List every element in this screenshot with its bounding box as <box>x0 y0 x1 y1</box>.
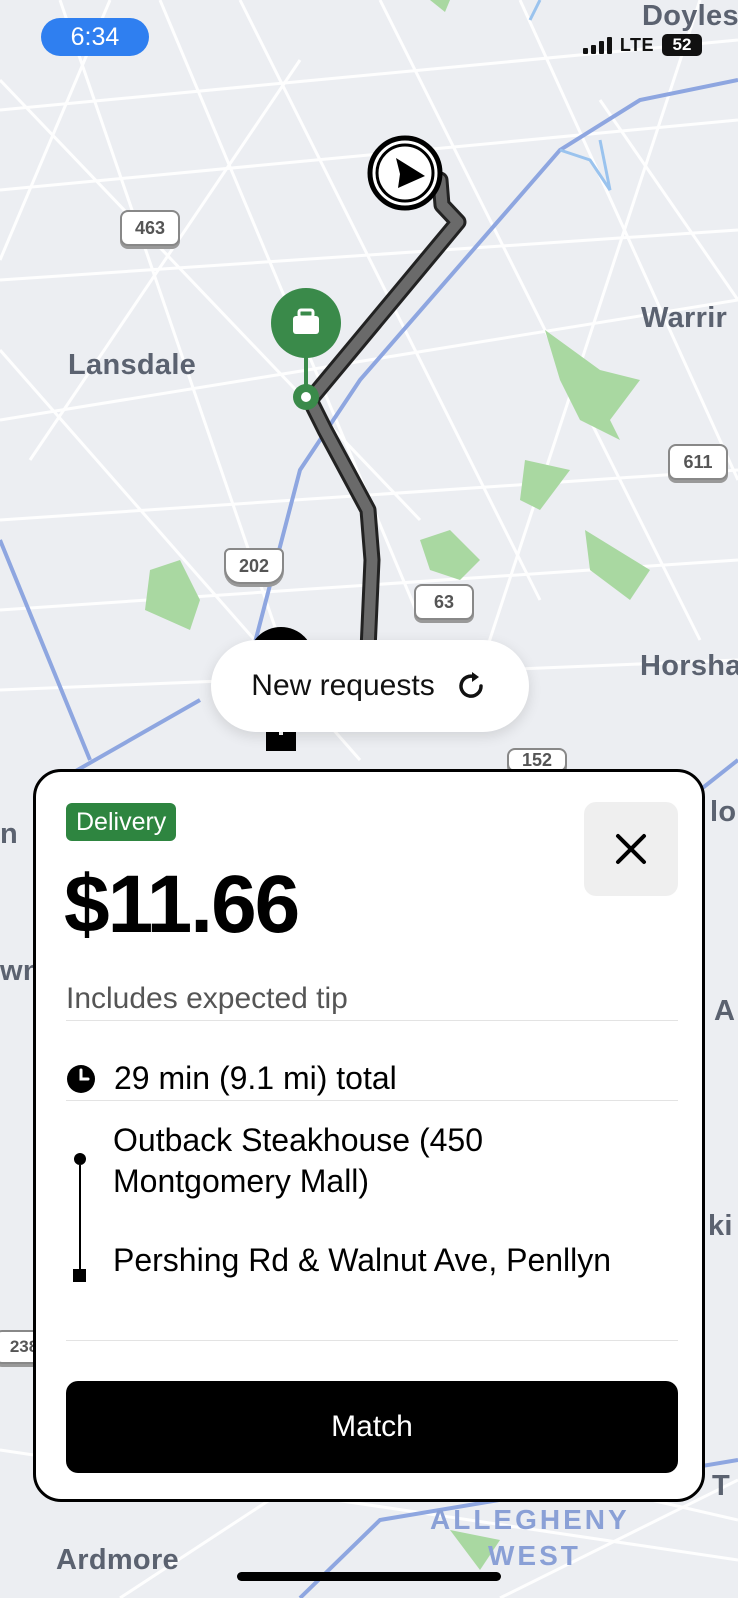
match-button[interactable]: Match <box>66 1381 678 1473</box>
route-shield-463: 463 <box>120 210 180 246</box>
current-location-icon <box>367 135 443 211</box>
trip-total: 29 min (9.1 mi) total <box>114 1060 397 1096</box>
home-indicator[interactable] <box>237 1572 501 1581</box>
new-requests-button[interactable]: New requests <box>211 640 529 732</box>
delivery-badge: Delivery <box>66 803 177 841</box>
battery-icon: 52 <box>662 34 702 56</box>
map-label-edge-n: n <box>0 818 19 850</box>
trip-total-row: 29 min (9.1 mi) total <box>66 1060 397 1097</box>
pickup-dot-icon <box>74 1153 86 1165</box>
map-label-allegheny: ALLEGHENY <box>430 1504 630 1535</box>
map-label-edge-ki: ki <box>708 1210 733 1242</box>
dropoff-location: Pershing Rd & Walnut Ave, Penllyn <box>113 1242 612 1278</box>
map-label-horsham: Horsha <box>640 650 738 682</box>
divider <box>66 1100 678 1101</box>
map-label-doylestown: Doyles <box>642 0 738 32</box>
clock-icon <box>67 1064 95 1093</box>
dropoff-square-icon <box>73 1269 86 1282</box>
divider <box>66 1020 678 1021</box>
network-type: LTE <box>619 34 654 55</box>
route-shield-63: 63 <box>414 584 474 620</box>
cellular-signal-icon <box>582 36 612 54</box>
map-label-west: WEST <box>488 1540 581 1571</box>
map-label-edge-a: A <box>714 995 736 1027</box>
offer-price: $11.66 <box>64 859 300 950</box>
offer-subtitle: Includes expected tip <box>66 982 348 1015</box>
route-line <box>79 1165 81 1269</box>
new-requests-label: New requests <box>251 669 435 702</box>
offer-card: Delivery $11.66 Includes expected tip 29… <box>33 769 705 1502</box>
close-button[interactable] <box>584 802 678 896</box>
map-label-edge-t: T <box>712 1470 731 1502</box>
map-label-edge-lo: lo <box>710 796 737 828</box>
route-shield-202: 202 <box>224 548 284 584</box>
pickup-location: Outback Steakhouse (450 Montgomery Mall) <box>113 1122 484 1199</box>
close-icon <box>616 834 646 864</box>
status-time: 6:34 <box>41 18 149 56</box>
divider <box>66 1340 678 1341</box>
map-label-ardmore: Ardmore <box>56 1544 179 1576</box>
status-indicators: LTE 52 <box>582 30 702 60</box>
refresh-icon <box>458 672 483 698</box>
map-label-lansdale: Lansdale <box>68 349 197 381</box>
route-shield-611: 611 <box>668 444 728 480</box>
map-label-warrington: Warrir <box>641 302 728 334</box>
